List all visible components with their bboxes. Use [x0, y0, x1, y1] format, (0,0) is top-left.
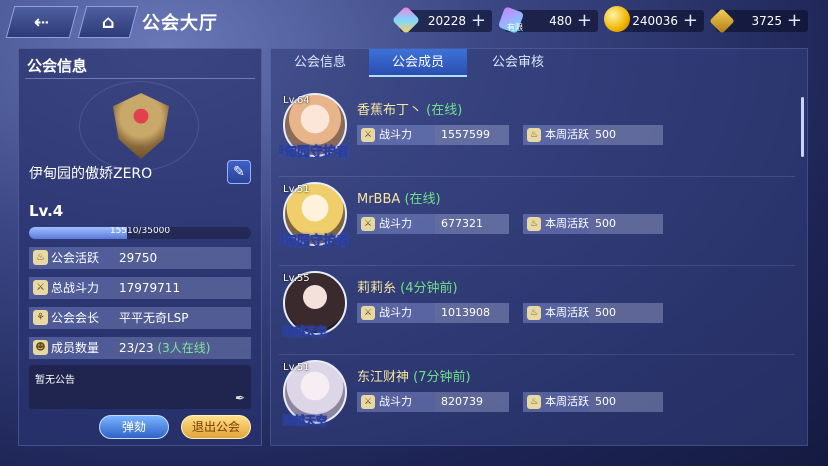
- crystal-icon: [391, 5, 421, 35]
- crossed-swords-icon: ⚔: [33, 280, 48, 295]
- edit-icon: ✎: [233, 164, 245, 180]
- crossed-swords-icon: ⚔: [361, 217, 375, 231]
- home-button[interactable]: ⌂: [77, 6, 139, 38]
- limited-tag: 有限: [507, 23, 523, 32]
- member-title-badge: 伊甸园守护者: [279, 145, 350, 161]
- member-status: (4分钟前): [400, 281, 458, 296]
- crossed-swords-icon: ⚔: [361, 128, 375, 142]
- divider: [25, 78, 255, 79]
- member-status: (在线): [426, 103, 463, 118]
- stat-guild-leader: ⚘ 公会会长 平平无奇LSP: [29, 307, 251, 329]
- leave-guild-button[interactable]: 退出公会: [181, 415, 251, 439]
- member-name: MrBBA (在线): [357, 192, 441, 207]
- resource-gold: 240036 +: [604, 6, 704, 32]
- resource-value: 3725: [751, 14, 782, 28]
- home-icon: ⌂: [101, 11, 115, 33]
- stat-guild-activity: ♨ 公会活跃 29750: [29, 247, 251, 269]
- member-level: Lv.51: [283, 184, 310, 195]
- member-row[interactable]: Lv.55 跨越天空 莉莉糸 (4分钟前) ⚔ 战斗力 1013908 ♨ 本周活跃 5…: [279, 267, 795, 355]
- crossed-swords-icon: ⚔: [361, 306, 375, 320]
- member-status: (在线): [404, 192, 441, 207]
- member-level: Lv.51: [283, 362, 310, 373]
- medal-icon: [709, 8, 735, 34]
- flame-icon: ♨: [527, 217, 541, 231]
- back-button[interactable]: ⇠: [5, 6, 79, 38]
- member-name: 东江财神 (7分钟前): [357, 370, 471, 385]
- resource-value: 480: [549, 14, 572, 28]
- add-limited-crystal-button[interactable]: +: [577, 10, 592, 31]
- member-name: 香蕉布丁丶 (在线): [357, 103, 463, 118]
- xp-bar: 15510/35000: [29, 227, 251, 239]
- tab-guild-review[interactable]: 公会审核: [469, 49, 567, 77]
- resource-value: 240036: [632, 14, 678, 28]
- member-level: Lv.64: [283, 95, 310, 106]
- member-row[interactable]: Lv.64 伊甸园守护者 香蕉布丁丶 (在线) ⚔战斗力1557599 ♨本周活…: [279, 89, 795, 177]
- guild-level: Lv.4: [29, 202, 64, 220]
- wings-icon: ⚘: [33, 310, 48, 325]
- edit-notice-icon[interactable]: ✒: [235, 391, 245, 405]
- add-medal-button[interactable]: +: [787, 10, 802, 31]
- gold-coin-icon: [604, 6, 630, 32]
- stat-value: 23/23 (3人在线): [113, 337, 251, 359]
- stat-value: 17979711: [113, 277, 251, 299]
- resource-value: 20228: [427, 14, 466, 28]
- member-level: Lv.55: [283, 273, 310, 284]
- tab-guild-info[interactable]: 公会信息: [271, 49, 369, 77]
- stat-label: 总战斗力: [51, 281, 100, 295]
- stat-value: 29750: [113, 247, 251, 269]
- crossed-swords-icon: ⚔: [361, 395, 375, 409]
- member-title-badge: 跨越天空: [283, 325, 328, 339]
- xp-text: 15510/35000: [109, 227, 171, 236]
- member-row[interactable]: Lv.51 伊甸园守护者 MrBBA (在线) ⚔战斗力677321 ♨本周活跃…: [279, 178, 795, 266]
- member-list[interactable]: Lv.64 伊甸园守护者 香蕉布丁丶 (在线) ⚔战斗力1557599 ♨本周活…: [279, 89, 799, 441]
- stat-total-power: ⚔ 总战斗力 17979711: [29, 277, 251, 299]
- member-name: 莉莉糸 (4分钟前): [357, 281, 458, 296]
- flame-icon: ♨: [527, 306, 541, 320]
- stat-member-count: ☻ 成员数量 23/23 (3人在线): [29, 337, 251, 359]
- resource-limited-crystal: 有限 480 +: [497, 6, 598, 34]
- back-arrow-icon: ⇠: [34, 11, 50, 33]
- page-title: 公会大厅: [142, 13, 218, 34]
- member-title-badge: 跨越天空: [283, 414, 328, 428]
- member-row[interactable]: Lv.51 跨越天空 东江财神 (7分钟前) ⚔ 战斗力 820739 ♨ 本周活跃 5…: [279, 356, 795, 441]
- stat-label: 公会活跃: [51, 251, 100, 265]
- flame-icon: ♨: [527, 395, 541, 409]
- list-scrollbar[interactable]: [801, 97, 804, 157]
- member-status: (7分钟前): [413, 370, 471, 385]
- flame-icon: ♨: [33, 250, 48, 265]
- member-title-badge: 伊甸园守护者: [279, 234, 350, 250]
- guild-notice: 暂无公告 ✒: [29, 365, 251, 409]
- resource-crystal: 20228 +: [391, 5, 492, 35]
- members-panel: 公会信息 公会成员 公会审核 Lv.64 伊甸园守护者 香蕉布丁丶 (在线) ⚔…: [270, 48, 808, 446]
- tab-guild-members[interactable]: 公会成员: [369, 49, 467, 77]
- edit-guild-button[interactable]: ✎: [227, 160, 251, 184]
- guild-info-panel: 公会信息 伊甸园的傲娇ZERO ✎ Lv.4 15510/35000 ♨ 公会活跃…: [18, 48, 262, 446]
- stat-label: 公会会长: [51, 311, 100, 325]
- online-count: (3人在线): [157, 341, 211, 355]
- add-crystal-button[interactable]: +: [471, 10, 486, 31]
- add-gold-button[interactable]: +: [683, 10, 698, 31]
- impeach-button[interactable]: 弹劾: [99, 415, 169, 439]
- panel-title: 公会信息: [27, 57, 88, 75]
- notice-text: 暂无公告: [35, 375, 75, 386]
- stat-value: 平平无奇LSP: [113, 307, 251, 329]
- stat-label: 成员数量: [51, 341, 100, 355]
- resource-medal: 3725 +: [709, 8, 808, 34]
- flame-icon: ♨: [527, 128, 541, 142]
- guild-name: 伊甸园的傲娇ZERO: [29, 166, 153, 182]
- top-bar: ⇠ ⌂ 公会大厅 20228 + 有限 480 + 240036 + 3725 …: [0, 0, 828, 42]
- person-icon: ☻: [33, 340, 48, 355]
